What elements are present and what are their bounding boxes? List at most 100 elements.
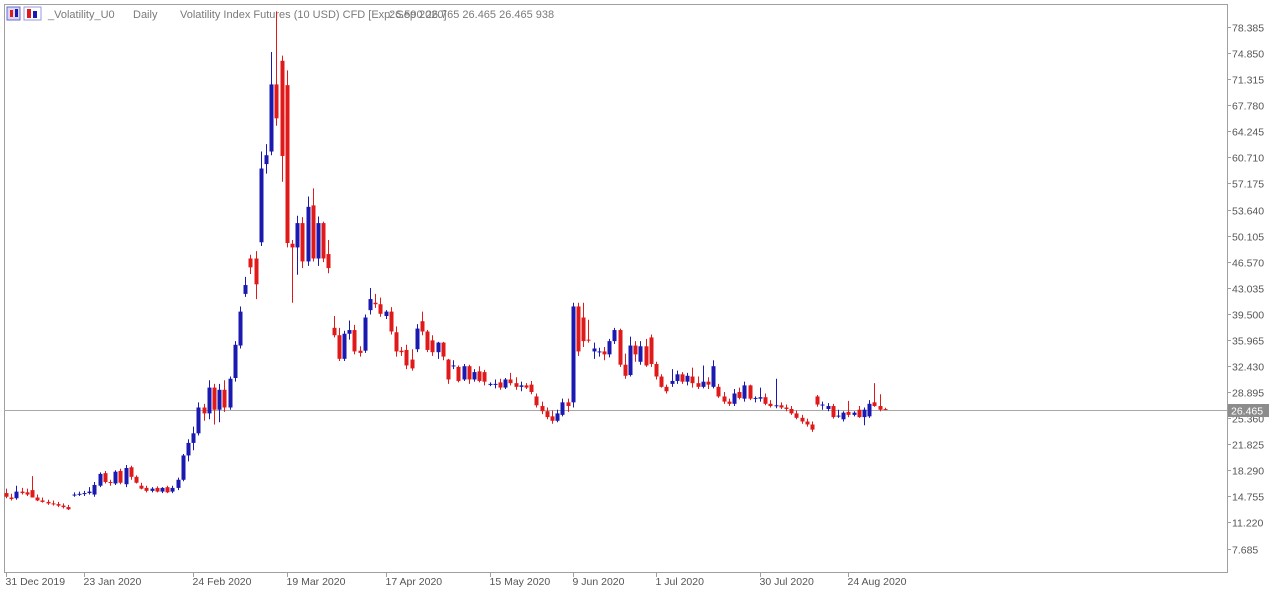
candle[interactable] (61, 503, 66, 509)
candle[interactable] (482, 369, 487, 386)
candle[interactable] (805, 418, 810, 427)
candle[interactable] (124, 465, 129, 488)
candle[interactable] (285, 70, 290, 248)
candle[interactable] (675, 370, 680, 384)
candle[interactable] (737, 387, 742, 400)
candle[interactable] (14, 485, 19, 500)
candle[interactable] (373, 293, 378, 308)
candle[interactable] (311, 188, 316, 262)
candle[interactable] (134, 475, 139, 484)
candle[interactable] (144, 485, 149, 493)
candle[interactable] (872, 383, 877, 407)
candle[interactable] (508, 372, 513, 386)
candle[interactable] (711, 360, 716, 389)
candle[interactable] (706, 377, 711, 390)
candle[interactable] (342, 330, 347, 362)
candle[interactable] (410, 349, 415, 371)
candle[interactable] (66, 504, 71, 511)
x-axis[interactable]: 31 Dec 2019 23 Jan 2020 24 Feb 2020 19 Mar … (6, 572, 907, 588)
candle[interactable] (758, 387, 763, 402)
candle[interactable] (810, 421, 815, 432)
candle[interactable] (20, 487, 25, 495)
candle[interactable] (696, 376, 701, 390)
candle[interactable] (628, 336, 633, 377)
candle[interactable] (701, 365, 706, 389)
candle[interactable] (394, 326, 399, 357)
candle[interactable] (207, 380, 212, 420)
candle[interactable] (602, 347, 607, 361)
candle[interactable] (280, 55, 285, 182)
candle[interactable] (436, 341, 441, 359)
candle[interactable] (176, 477, 181, 491)
candle[interactable] (503, 377, 508, 390)
candle[interactable] (716, 383, 721, 398)
candle[interactable] (633, 341, 638, 362)
candle[interactable] (238, 306, 243, 349)
candle[interactable] (800, 414, 805, 424)
candle[interactable] (742, 381, 747, 402)
candle[interactable] (852, 411, 857, 417)
candle[interactable] (9, 493, 14, 501)
candle[interactable] (862, 407, 867, 426)
candle[interactable] (514, 377, 519, 390)
candle[interactable] (654, 361, 659, 380)
candle[interactable] (659, 374, 664, 388)
candle[interactable] (576, 302, 581, 356)
candle[interactable] (404, 344, 409, 370)
candle[interactable] (35, 494, 40, 502)
candle[interactable] (212, 383, 217, 425)
candle[interactable] (368, 288, 373, 315)
candle[interactable] (789, 406, 794, 415)
chart-type-icon[interactable] (23, 6, 42, 21)
candle[interactable] (264, 144, 269, 174)
candle[interactable] (170, 485, 175, 494)
candle[interactable] (326, 240, 331, 274)
candle[interactable] (831, 403, 836, 419)
candle[interactable] (103, 470, 108, 484)
candle[interactable] (826, 403, 831, 412)
candle[interactable] (77, 491, 82, 497)
candle[interactable] (222, 380, 227, 412)
candle[interactable] (451, 360, 456, 370)
candle[interactable] (181, 453, 186, 482)
candle[interactable] (534, 393, 539, 408)
candle[interactable] (332, 316, 337, 338)
candle[interactable] (113, 470, 118, 485)
candle[interactable] (352, 324, 357, 355)
candle[interactable] (150, 487, 155, 493)
candle[interactable] (545, 407, 550, 420)
candle[interactable] (644, 338, 649, 367)
candle[interactable] (748, 384, 753, 401)
candle[interactable] (779, 402, 784, 409)
candle[interactable] (462, 363, 467, 381)
candle[interactable] (540, 401, 545, 415)
candle[interactable] (160, 487, 165, 494)
candle[interactable] (384, 310, 389, 319)
candle[interactable] (690, 367, 695, 388)
candle[interactable] (618, 328, 623, 367)
candle[interactable] (30, 476, 35, 498)
candle[interactable] (477, 366, 482, 383)
candle[interactable] (186, 439, 191, 462)
candle[interactable] (217, 383, 222, 423)
candle[interactable] (472, 369, 477, 382)
candle[interactable] (607, 338, 612, 358)
candle[interactable] (56, 501, 61, 508)
candle[interactable] (420, 311, 425, 336)
candle[interactable] (488, 382, 493, 387)
candle[interactable] (430, 335, 435, 356)
candle[interactable] (290, 240, 295, 303)
candle[interactable] (306, 196, 311, 266)
candle[interactable] (295, 215, 300, 275)
candle[interactable] (732, 389, 737, 407)
candle[interactable] (670, 369, 675, 387)
chart-window[interactable]: _Volatility_U0 Daily Volatility Index Fu… (0, 0, 1280, 593)
y-axis[interactable]: 78.385 74.850 71.315 67.780 64.245 60.710 57.1… (1227, 23, 1264, 557)
candle[interactable] (92, 482, 97, 497)
candle[interactable] (467, 364, 472, 384)
candle[interactable] (664, 384, 669, 394)
candle[interactable] (519, 381, 524, 392)
candles[interactable] (4, 11, 888, 511)
candle[interactable] (155, 486, 160, 493)
candle[interactable] (378, 297, 383, 317)
